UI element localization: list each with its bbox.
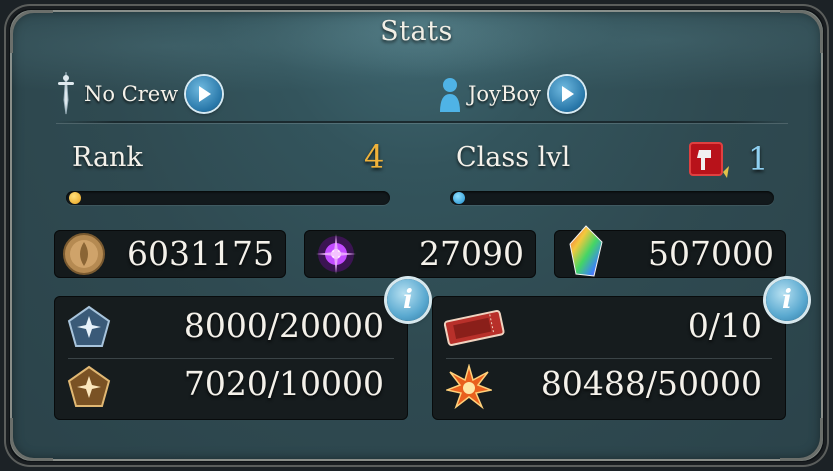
player-play-button[interactable]: [548, 76, 585, 112]
sword-crew-icon: [54, 70, 78, 118]
class-level-progress-bar: [450, 191, 774, 205]
left-resource-1-value: 8000/20000: [183, 306, 384, 345]
resource-separator: [446, 358, 772, 359]
gem-value: 507000: [648, 234, 774, 273]
gold-pentagon-icon: [66, 364, 112, 410]
berry-value: 6031175: [127, 234, 274, 273]
play-icon: [561, 86, 574, 102]
right-resource-1-value: 0/10: [687, 306, 762, 345]
ticket-icon: [442, 304, 506, 350]
crew-name: No Crew: [84, 82, 179, 106]
left-resource-panel: 8000/20000 7020/10000: [54, 296, 408, 420]
axe-class-icon: [689, 142, 731, 180]
orb-value: 27090: [419, 234, 524, 273]
player-row[interactable]: JoyBoy: [438, 74, 585, 114]
corner-ornament: [10, 418, 53, 461]
crew-play-button[interactable]: [186, 76, 223, 112]
right-resource-2-value: 80488/50000: [540, 364, 762, 403]
panel-title: Stats: [380, 16, 453, 47]
class-level-progress-fill: [453, 192, 465, 204]
rank-value: 4: [364, 138, 385, 176]
right-resource-panel: 0/10 80488/50000: [432, 296, 786, 420]
play-icon: [199, 86, 212, 102]
class-level-label: Class lvl: [456, 142, 571, 173]
left-resource-2-value: 7020/10000: [183, 364, 384, 403]
player-silhouette-icon: [438, 74, 462, 114]
rank-label: Rank: [72, 142, 143, 173]
header-divider: [56, 121, 788, 123]
left-info-button[interactable]: i: [387, 279, 429, 321]
berry-coin-icon: [62, 232, 106, 276]
rank-progress-fill: [69, 192, 81, 204]
resource-separator: [68, 358, 394, 359]
currency-gem: 507000: [554, 225, 786, 278]
crew-row[interactable]: No Crew: [54, 71, 223, 115]
rank-progress-bar: [66, 191, 390, 205]
class-level-value: 1: [748, 140, 769, 178]
blue-pentagon-icon: [66, 304, 112, 350]
currency-orb: 27090: [304, 230, 536, 278]
burst-icon: [444, 363, 494, 410]
rainbow-gem-icon: [564, 224, 608, 280]
purple-orb-icon: [314, 232, 358, 276]
currency-berry: 6031175: [54, 230, 286, 278]
corner-ornament: [780, 418, 823, 461]
right-info-button[interactable]: i: [766, 279, 808, 321]
player-name: JoyBoy: [468, 82, 541, 106]
